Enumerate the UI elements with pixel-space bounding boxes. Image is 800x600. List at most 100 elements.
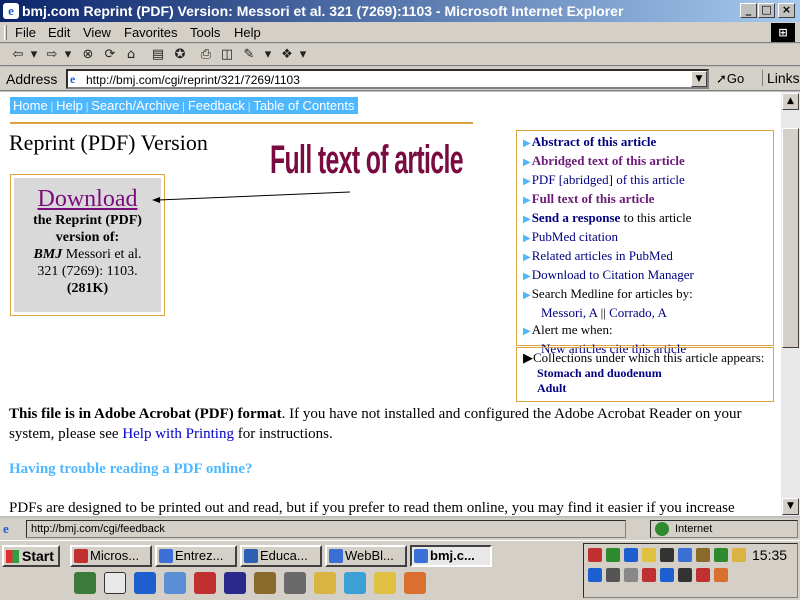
preview-icon[interactable]: ◫ [219,47,235,63]
address-dropdown-icon[interactable]: ▼ [691,71,707,87]
menu-help[interactable]: Help [234,25,261,40]
forward-dropdown-icon[interactable]: ▾ [60,47,76,63]
discuss-icon[interactable]: ❖ [279,47,295,63]
quicklaunch-tool-icon[interactable] [194,572,216,594]
task-educa[interactable]: Educa... [240,545,322,567]
tray-icon[interactable] [714,548,728,562]
task-entrez[interactable]: Entrez... [155,545,237,567]
quicklaunch-globe-icon[interactable] [344,572,366,594]
clock[interactable]: 15:35 [752,546,787,564]
tray-icon[interactable] [714,568,728,582]
title-bar[interactable]: e bmj.com Reprint (PDF) Version: Messori… [0,0,800,22]
collection-stomach-duodenum[interactable]: Stomach and duodenum [523,366,767,381]
tray-icon[interactable] [660,568,674,582]
download-link[interactable]: Download [14,186,161,212]
link-help-printing[interactable]: Help with Printing [122,426,234,442]
nav-home[interactable]: Home [10,98,51,113]
back-icon[interactable]: ⇦ [10,47,26,63]
links-button[interactable]: Links [762,70,800,86]
menu-favorites[interactable]: Favorites [124,25,177,40]
tray-icon[interactable] [696,568,710,582]
tray-icon[interactable] [606,548,620,562]
tray-icon[interactable] [624,548,638,562]
link-pdf-abridged[interactable]: PDF [abridged] of this article [532,172,685,187]
vertical-scrollbar[interactable]: ▲ ▼ [781,92,800,516]
bullet-icon: ▶ [523,176,531,187]
annotation-text: Full text of article [270,138,464,182]
bullet-icon: ▶ [523,214,531,225]
link-author-messori[interactable]: Messori, A [541,305,597,320]
tray-icon[interactable] [678,568,692,582]
quicklaunch-check-icon[interactable] [314,572,336,594]
nav-feedback[interactable]: Feedback [185,98,248,113]
quicklaunch-window-icon[interactable] [104,572,126,594]
tray-icon[interactable] [588,548,602,562]
scroll-thumb[interactable] [782,128,799,348]
quicklaunch-ie-icon[interactable] [134,572,156,594]
start-button[interactable]: Start [2,545,60,567]
quicklaunch-camera-icon[interactable] [284,572,306,594]
link-abstract[interactable]: Abstract of this article [532,134,657,149]
collection-adult[interactable]: Adult [523,381,767,396]
scroll-down-icon[interactable]: ▼ [782,498,799,515]
menu-file[interactable]: File [15,25,36,40]
toolbar-grip[interactable] [4,25,7,40]
ie-icon[interactable]: e [3,3,19,19]
scroll-up-icon[interactable]: ▲ [782,93,799,110]
nav-search-archive[interactable]: Search/Archive [88,98,182,113]
search-icon[interactable]: ▤ [150,47,166,63]
tray-icon[interactable] [660,548,674,562]
print-icon[interactable]: ⎙ [198,47,214,63]
status-page-icon: e [3,521,9,536]
link-pubmed-citation[interactable]: PubMed citation [532,229,618,244]
address-value[interactable]: http://bmj.com/cgi/reprint/321/7269/1103 [86,73,300,87]
link-full-text[interactable]: Full text of this article [532,191,655,206]
menu-view[interactable]: View [83,25,111,40]
minimize-button[interactable]: _ [740,3,757,18]
quicklaunch-tools-icon[interactable] [224,572,246,594]
menu-tools[interactable]: Tools [190,25,220,40]
link-author-corrado[interactable]: Corrado, A [609,305,667,320]
forward-icon[interactable]: ⇨ [44,47,60,63]
link-citation-manager[interactable]: Download to Citation Manager [532,267,694,282]
trouble-heading: Having trouble reading a PDF online? [9,461,253,477]
task-bmj[interactable]: bmj.c... [410,545,492,567]
collections-label: Collections under which this article app… [533,350,765,365]
favorites-icon[interactable]: ✪ [172,47,188,63]
language-icon[interactable] [606,568,620,582]
address-input[interactable]: e http://bmj.com/cgi/reprint/321/7269/11… [66,69,709,89]
bullet-icon: ▶ [523,271,531,282]
bullet-icon: ▶ [523,326,531,337]
nav-help[interactable]: Help [53,98,86,113]
go-button[interactable]: ➚Go [716,71,744,86]
close-button[interactable]: × [778,3,795,18]
link-abridged-text[interactable]: Abridged text of this article [532,153,685,168]
menu-edit[interactable]: Edit [48,25,70,40]
page-content[interactable]: Home | Help | Search/Archive | Feedback | Table … [0,92,781,516]
stop-icon[interactable]: ⊗ [80,47,96,63]
quicklaunch-media-icon[interactable] [404,572,426,594]
link-related-articles[interactable]: Related articles in PubMed [532,248,673,263]
tray-icon[interactable] [678,548,692,562]
discuss-dropdown-icon[interactable]: ▾ [295,47,311,63]
tray-icon[interactable] [696,548,710,562]
refresh-icon[interactable]: ⟳ [102,47,118,63]
tray-icon[interactable] [588,568,602,582]
home-icon[interactable]: ⌂ [123,47,139,63]
maximize-button[interactable]: □ [758,3,775,18]
tray-icon[interactable] [624,568,638,582]
tray-icon[interactable] [732,548,746,562]
quicklaunch-wheel-icon[interactable] [254,572,276,594]
back-dropdown-icon[interactable]: ▾ [26,47,42,63]
task-micros[interactable]: Micros... [70,545,152,567]
quicklaunch-search-icon[interactable] [374,572,396,594]
edit-dropdown-icon[interactable]: ▾ [260,47,276,63]
edit-icon[interactable]: ✎ [241,47,257,63]
tray-icon[interactable] [642,568,656,582]
link-send-response[interactable]: Send a response [532,210,621,225]
quicklaunch-outlook-icon[interactable] [164,572,186,594]
nav-table-of-contents[interactable]: Table of Contents [250,98,357,113]
quicklaunch-desktop-icon[interactable] [74,572,96,594]
tray-icon[interactable] [642,548,656,562]
task-webbl[interactable]: WebBl... [325,545,407,567]
